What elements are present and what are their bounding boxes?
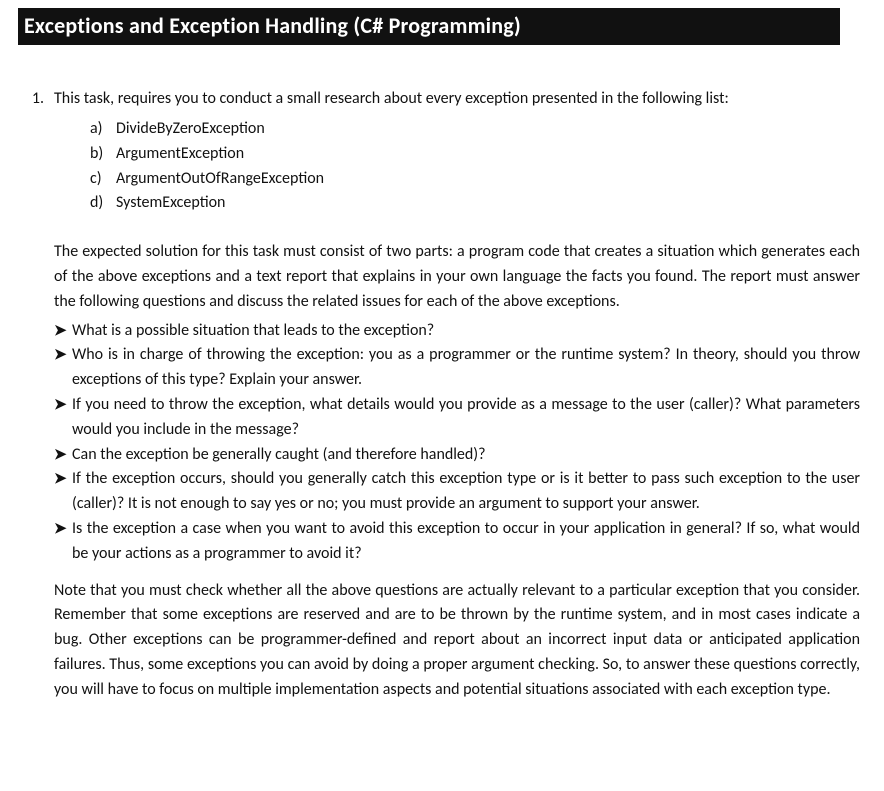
list-text: ArgumentException [116, 142, 860, 167]
arrow-icon: ➤ [54, 393, 72, 417]
list-item: b) ArgumentException [90, 142, 860, 167]
list-label: b) [90, 142, 116, 167]
document-page: Exceptions and Exception Handling (C# Pr… [0, 0, 884, 727]
list-item: ➤ Can the exception be generally caught … [54, 443, 860, 468]
list-text: If you need to throw the exception, what… [72, 393, 860, 443]
list-item: c) ArgumentOutOfRangeException [90, 167, 860, 192]
list-label: a) [90, 117, 116, 142]
arrow-icon: ➤ [54, 467, 72, 491]
task-intro: This task, requires you to conduct a sma… [54, 87, 860, 111]
task-body: This task, requires you to conduct a sma… [54, 87, 860, 703]
task-number: 1. [18, 87, 54, 111]
page-title: Exceptions and Exception Handling (C# Pr… [18, 8, 840, 45]
question-list: ➤ What is a possible situation that lead… [54, 319, 860, 567]
solution-intro: The expected solution for this task must… [54, 240, 860, 314]
list-text: Who is in charge of throwing the excepti… [72, 343, 860, 393]
list-text: ArgumentOutOfRangeException [116, 167, 860, 192]
list-text: Can the exception be generally caught (a… [72, 443, 860, 468]
list-item: a) DivideByZeroException [90, 117, 860, 142]
list-item: ➤ What is a possible situation that lead… [54, 319, 860, 344]
note-paragraph: Note that you must check whether all the… [54, 579, 860, 703]
arrow-icon: ➤ [54, 517, 72, 541]
list-text: DivideByZeroException [116, 117, 860, 142]
list-item: d) SystemException [90, 191, 860, 216]
arrow-icon: ➤ [54, 343, 72, 367]
list-text: SystemException [116, 191, 860, 216]
list-item: ➤ If the exception occurs, should you ge… [54, 467, 860, 517]
list-text: Is the exception a case when you want to… [72, 517, 860, 567]
list-item: ➤ Is the exception a case when you want … [54, 517, 860, 567]
list-item: ➤ If you need to throw the exception, wh… [54, 393, 860, 443]
list-item: ➤ Who is in charge of throwing the excep… [54, 343, 860, 393]
list-text: If the exception occurs, should you gene… [72, 467, 860, 517]
list-label: d) [90, 191, 116, 216]
list-label: c) [90, 167, 116, 192]
list-text: What is a possible situation that leads … [72, 319, 860, 344]
arrow-icon: ➤ [54, 319, 72, 343]
task-item: 1. This task, requires you to conduct a … [18, 87, 860, 703]
exception-list: a) DivideByZeroException b) ArgumentExce… [90, 117, 860, 216]
arrow-icon: ➤ [54, 443, 72, 467]
